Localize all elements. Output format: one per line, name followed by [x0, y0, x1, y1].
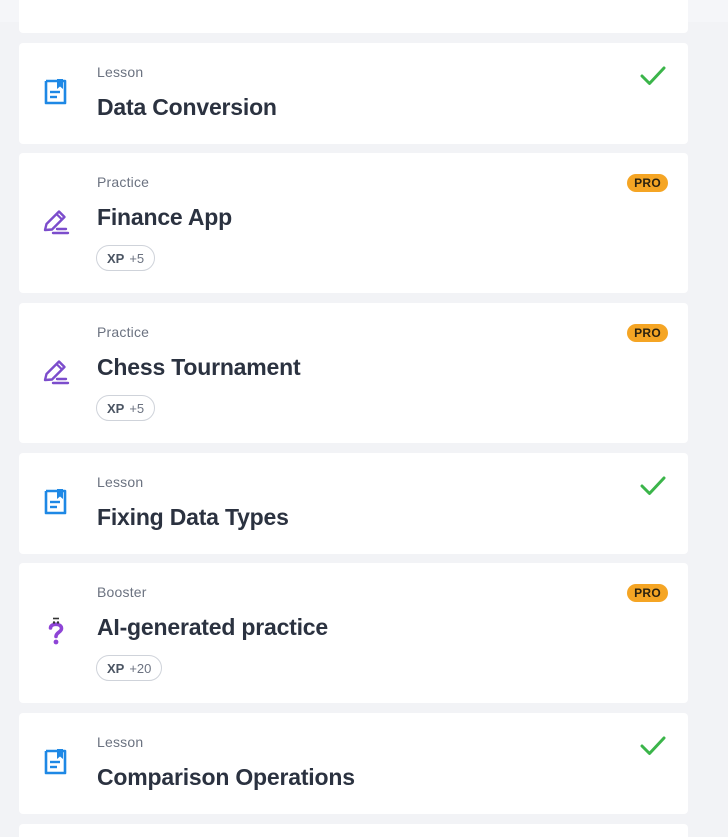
list-item-data-conversion[interactable]: Lesson Data Conversion — [19, 43, 688, 144]
xp-value: +20 — [129, 660, 152, 676]
pro-badge: PRO — [627, 324, 668, 342]
pencil-icon — [43, 360, 70, 385]
pro-badge: PRO — [627, 174, 668, 192]
list-item-chess-tournament[interactable]: Practice Chess Tournament XP +5 PRO — [19, 303, 688, 443]
item-category: Booster — [97, 584, 147, 600]
xp-label: XP — [107, 250, 125, 266]
xp-label: XP — [107, 660, 125, 676]
item-category: Lesson — [97, 734, 144, 750]
item-category: Practice — [97, 174, 150, 190]
item-title: Data Conversion — [97, 94, 277, 120]
item-title: Chess Tournament — [97, 354, 301, 380]
pencil-icon — [43, 210, 70, 235]
list-item-fixing-data-types[interactable]: Lesson Fixing Data Types — [19, 453, 688, 554]
xp-value: +5 — [129, 400, 145, 416]
list-item-finance-app[interactable]: Practice Finance App XP +5 PRO — [19, 153, 688, 293]
check-icon — [640, 66, 666, 85]
item-title: AI-generated practice — [97, 614, 328, 640]
lesson-document-icon — [44, 749, 67, 775]
list-item-ai-generated-practice[interactable]: Booster AI-generated practice XP +20 PRO — [19, 563, 688, 703]
item-title: Finance App — [97, 204, 232, 230]
item-category: Lesson — [97, 474, 144, 490]
lesson-document-icon — [44, 489, 67, 515]
check-icon — [640, 476, 666, 495]
item-title: Fixing Data Types — [97, 504, 289, 530]
xp-reward-pill: XP +20 — [96, 655, 163, 681]
list-item-partial-bottom[interactable] — [19, 824, 688, 837]
xp-reward-pill: XP +5 — [96, 395, 156, 421]
xp-value: +5 — [129, 250, 145, 266]
course-module-list: Lesson Data Conversion Practice Finance … — [0, 0, 728, 837]
xp-label: XP — [107, 400, 125, 416]
pro-badge: PRO — [627, 584, 668, 602]
xp-reward-pill: XP +5 — [96, 245, 156, 271]
item-title: Comparison Operations — [97, 764, 355, 790]
check-icon — [640, 736, 666, 755]
item-category: Practice — [97, 324, 150, 340]
lesson-document-icon — [44, 79, 67, 105]
list-item-comparison-operations[interactable]: Lesson Comparison Operations — [19, 713, 688, 814]
question-sparkle-icon — [48, 617, 64, 645]
list-item-partial-top[interactable] — [19, 0, 688, 33]
item-category: Lesson — [97, 64, 144, 80]
